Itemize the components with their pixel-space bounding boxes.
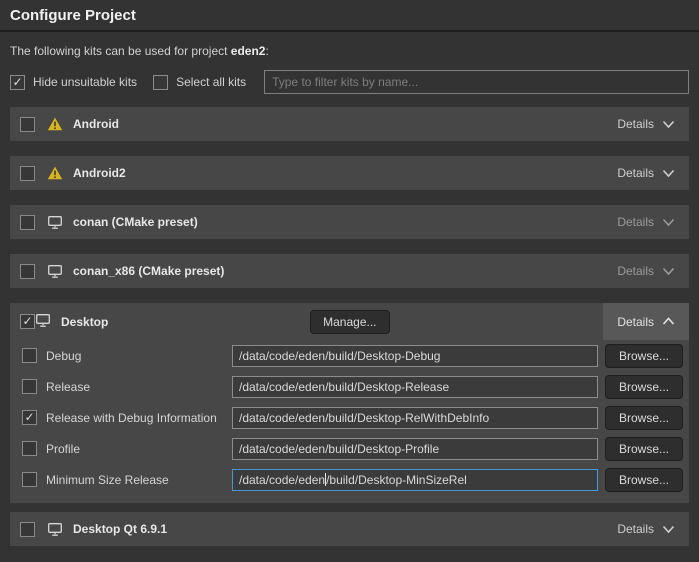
config-checkbox[interactable]: [22, 379, 37, 394]
kit-row-conan[interactable]: conan (CMake preset) Details: [10, 205, 689, 239]
config-label: Profile: [46, 442, 232, 456]
desktop-icon: [47, 521, 63, 537]
browse-button[interactable]: Browse...: [605, 344, 683, 368]
select-all-kits-option[interactable]: Select all kits: [153, 75, 246, 90]
kit-row-conan-x86[interactable]: conan_x86 (CMake preset) Details: [10, 254, 689, 288]
config-checkbox[interactable]: [22, 348, 37, 363]
chevron-down-icon: [662, 169, 675, 178]
browse-button[interactable]: Browse...: [605, 375, 683, 399]
details-label: Details: [617, 215, 654, 229]
desktop-icon: [35, 312, 51, 331]
build-config-row-debug: Debug /data/code/eden/build/Desktop-Debu…: [10, 340, 689, 371]
config-checkbox[interactable]: [22, 410, 37, 425]
chevron-down-icon: [662, 525, 675, 534]
browse-button[interactable]: Browse...: [605, 468, 683, 492]
kit-checkbox[interactable]: [20, 215, 35, 230]
hide-unsuitable-checkbox[interactable]: [10, 75, 25, 90]
details-toggle[interactable]: Details: [603, 107, 689, 141]
browse-button[interactable]: Browse...: [605, 437, 683, 461]
build-config-row-release: Release /data/code/eden/build/Desktop-Re…: [10, 371, 689, 402]
configure-project-page: Configure Project The following kits can…: [0, 0, 699, 562]
details-label: Details: [617, 264, 654, 278]
desktop-icon: [47, 263, 63, 279]
build-dir-input[interactable]: /data/code/eden/build/Desktop-Release: [232, 376, 598, 398]
chevron-down-icon: [662, 267, 675, 276]
warning-icon: [47, 165, 63, 181]
kit-row-desktop[interactable]: Desktop Manage... Details: [10, 303, 689, 340]
hide-unsuitable-kits-option[interactable]: Hide unsuitable kits: [10, 75, 137, 90]
build-dir-value-after-caret: /build/Desktop-MinSizeRel: [326, 473, 467, 487]
project-name: eden2: [231, 44, 266, 58]
build-dir-input[interactable]: /data/code/eden/build/Desktop-RelWithDeb…: [232, 407, 598, 429]
kits-toolbar: Hide unsuitable kits Select all kits: [10, 70, 689, 94]
desktop-icon: [47, 214, 63, 230]
kit-filter-input[interactable]: [264, 70, 689, 94]
config-label: Release with Debug Information: [46, 411, 232, 425]
kit-checkbox[interactable]: [20, 166, 35, 181]
chevron-down-icon: [662, 120, 675, 129]
kit-name: Android: [73, 117, 119, 131]
details-label: Details: [617, 117, 654, 131]
intro-text: The following kits can be used for proje…: [10, 44, 689, 60]
kit-panel-desktop: Desktop Manage... Details Debug /data/co…: [10, 303, 689, 503]
details-toggle[interactable]: Details: [603, 512, 689, 546]
details-toggle[interactable]: Details: [603, 156, 689, 190]
config-label: Minimum Size Release: [46, 473, 232, 487]
build-dir-value: /data/code/eden/build/Desktop-Debug: [239, 349, 440, 363]
chevron-down-icon: [662, 218, 675, 227]
build-dir-input[interactable]: /data/code/eden/build/Desktop-Profile: [232, 438, 598, 460]
config-checkbox[interactable]: [22, 441, 37, 456]
kit-checkbox[interactable]: [20, 522, 35, 537]
build-config-row-profile: Profile /data/code/eden/build/Desktop-Pr…: [10, 433, 689, 464]
build-dir-value-before-caret: /data/code/eden: [239, 473, 325, 487]
build-dir-value: /data/code/eden/build/Desktop-RelWithDeb…: [239, 411, 489, 425]
build-dir-input[interactable]: /data/code/eden/build/Desktop-Debug: [232, 345, 598, 367]
kit-checkbox[interactable]: [20, 264, 35, 279]
build-dir-value: /data/code/eden/build/Desktop-Profile: [239, 442, 439, 456]
kit-name: Desktop Qt 6.9.1: [73, 522, 167, 536]
details-toggle[interactable]: Details: [603, 205, 689, 239]
intro-suffix: :: [265, 44, 268, 58]
kit-name: Desktop: [61, 315, 108, 329]
browse-button[interactable]: Browse...: [605, 406, 683, 430]
build-config-row-relwithdebinfo: Release with Debug Information /data/cod…: [10, 402, 689, 433]
kit-name: Android2: [73, 166, 126, 180]
config-label: Release: [46, 380, 232, 394]
chevron-up-icon: [662, 317, 675, 326]
details-toggle[interactable]: Details: [603, 254, 689, 288]
manage-kits-button[interactable]: Manage...: [310, 310, 389, 334]
intro-prefix: The following kits can be used for proje…: [10, 44, 231, 58]
kit-name: conan_x86 (CMake preset): [73, 264, 224, 278]
build-dir-input-focused[interactable]: /data/code/eden/build/Desktop-MinSizeRel: [232, 469, 598, 491]
kit-checkbox[interactable]: [20, 314, 35, 329]
details-label: Details: [617, 522, 654, 536]
hide-unsuitable-label: Hide unsuitable kits: [33, 75, 137, 89]
build-config-row-minsizerel: Minimum Size Release /data/code/eden/bui…: [10, 464, 689, 495]
kit-checkbox[interactable]: [20, 117, 35, 132]
details-label: Details: [617, 315, 654, 329]
kit-row-android[interactable]: Android Details: [10, 107, 689, 141]
select-all-checkbox[interactable]: [153, 75, 168, 90]
warning-icon: [47, 116, 63, 132]
config-label: Debug: [46, 349, 232, 363]
details-toggle[interactable]: Details: [603, 303, 689, 340]
kit-name: conan (CMake preset): [73, 215, 198, 229]
kit-list: Android Details Android2 Details conan (…: [0, 107, 699, 546]
details-label: Details: [617, 166, 654, 180]
page-title: Configure Project: [10, 7, 136, 24]
select-all-label: Select all kits: [176, 75, 246, 89]
build-dir-value: /data/code/eden/build/Desktop-Release: [239, 380, 449, 394]
kit-row-android2[interactable]: Android2 Details: [10, 156, 689, 190]
config-checkbox[interactable]: [22, 472, 37, 487]
page-header: Configure Project: [0, 0, 699, 32]
kit-row-desktop-qt-691[interactable]: Desktop Qt 6.9.1 Details: [10, 512, 689, 546]
